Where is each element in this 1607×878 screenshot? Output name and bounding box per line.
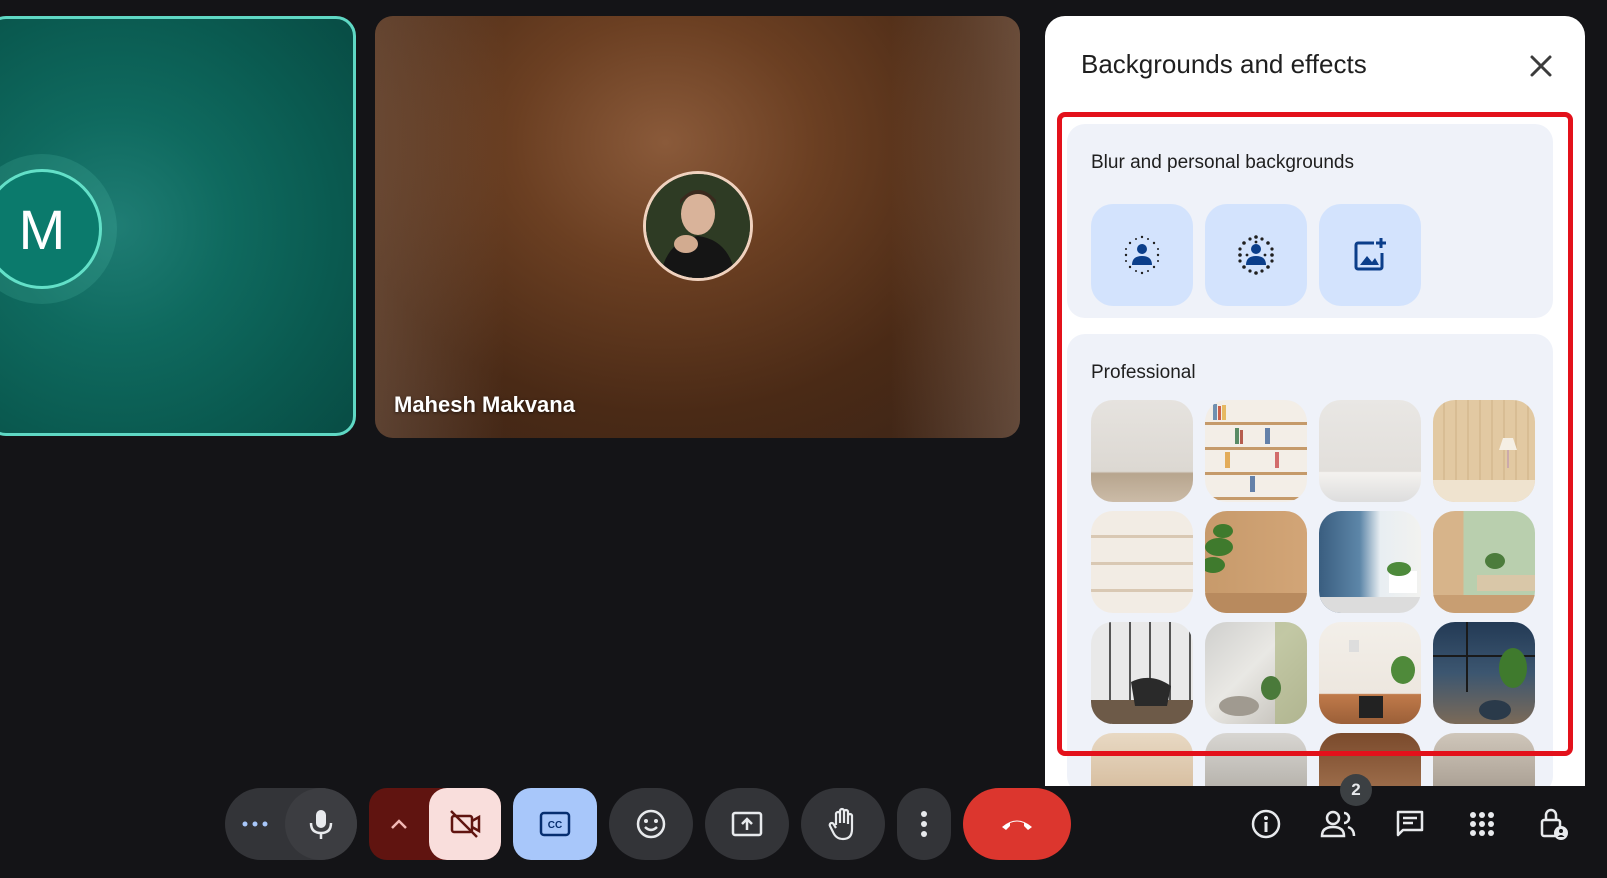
emoji-icon bbox=[636, 809, 666, 839]
participant-tile-main[interactable]: Mahesh Makvana bbox=[375, 16, 1020, 438]
microphone-button[interactable] bbox=[285, 788, 357, 860]
reactions-button[interactable] bbox=[609, 788, 693, 860]
svg-text:CC: CC bbox=[548, 820, 562, 831]
leave-call-button[interactable] bbox=[963, 788, 1071, 860]
end-call-icon bbox=[1002, 820, 1032, 830]
chevron-up-icon bbox=[391, 819, 407, 829]
more-horizontal-icon bbox=[242, 821, 268, 827]
avatar-initial: M bbox=[18, 197, 66, 261]
captions-button[interactable]: CC bbox=[513, 788, 597, 860]
audio-options-button[interactable] bbox=[225, 788, 285, 860]
chat-button[interactable] bbox=[1386, 800, 1434, 848]
present-screen-button[interactable] bbox=[705, 788, 789, 860]
people-icon bbox=[1320, 810, 1356, 838]
raise-hand-button[interactable] bbox=[801, 788, 885, 860]
close-icon[interactable] bbox=[1525, 50, 1557, 82]
meeting-details-button[interactable] bbox=[1242, 800, 1290, 848]
host-controls-button[interactable] bbox=[1530, 800, 1578, 848]
highlight-box bbox=[1057, 112, 1573, 756]
more-options-button[interactable] bbox=[897, 788, 951, 860]
more-vertical-icon bbox=[921, 811, 927, 837]
camera-button[interactable] bbox=[429, 788, 501, 860]
video-controls bbox=[369, 788, 501, 860]
chat-icon bbox=[1396, 810, 1424, 837]
backgrounds-effects-panel: Backgrounds and effects Blur and persona… bbox=[1045, 16, 1585, 786]
info-icon bbox=[1251, 809, 1281, 839]
microphone-icon bbox=[309, 810, 333, 839]
panel-title: Backgrounds and effects bbox=[1081, 49, 1367, 79]
lock-person-icon bbox=[1540, 808, 1568, 840]
participant-tile-self[interactable]: M bbox=[0, 16, 356, 436]
activities-button[interactable] bbox=[1458, 800, 1506, 848]
video-options-button[interactable] bbox=[369, 788, 429, 860]
hand-icon bbox=[828, 807, 854, 841]
camera-off-icon bbox=[450, 810, 481, 838]
apps-grid-icon bbox=[1470, 812, 1494, 836]
present-screen-icon bbox=[731, 811, 763, 837]
closed-captions-icon: CC bbox=[539, 811, 571, 837]
audio-controls bbox=[225, 788, 357, 860]
people-button[interactable] bbox=[1314, 800, 1362, 848]
participant-name: Mahesh Makvana bbox=[394, 392, 575, 417]
participant-photo bbox=[643, 171, 753, 281]
